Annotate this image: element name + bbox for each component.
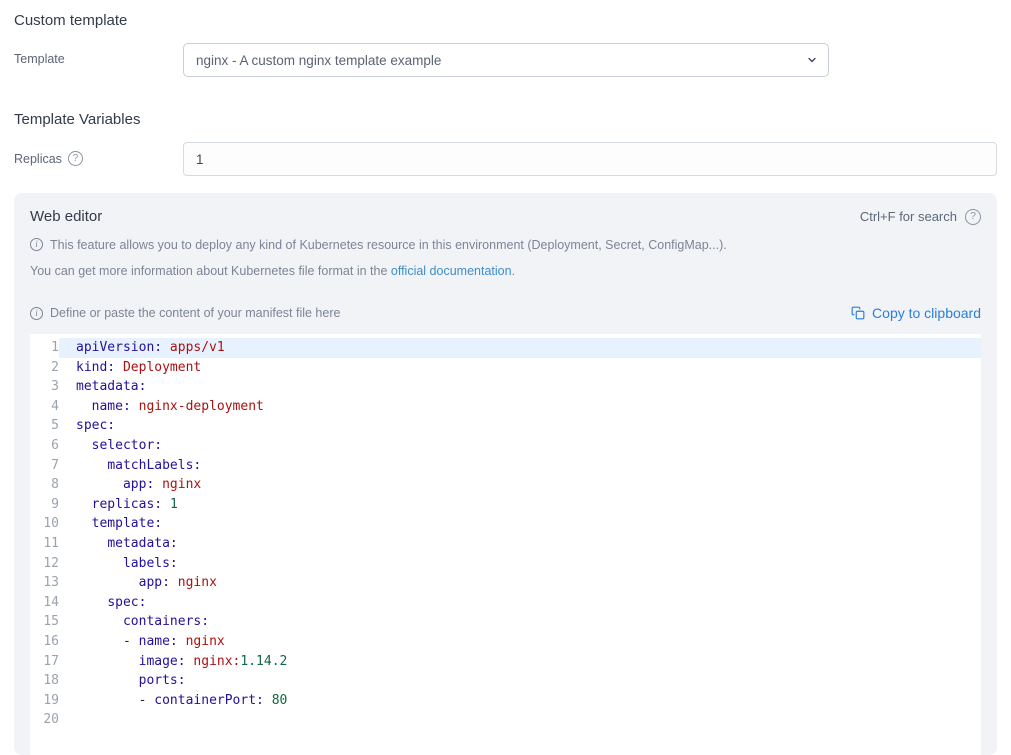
editor-info-line-2: You can get more information about Kuber…	[30, 263, 981, 279]
variables-title: Template Variables	[14, 110, 997, 129]
code-line: labels:	[59, 554, 981, 574]
line-number: 19	[33, 691, 59, 711]
search-hint-text: Ctrl+F for search	[860, 209, 957, 224]
main-content: Custom template Template nginx - A custo…	[0, 0, 1011, 755]
line-number: 8	[33, 475, 59, 495]
question-circle-icon[interactable]: ?	[68, 151, 83, 166]
web-editor-panel: Web editor Ctrl+F for search ? i This fe…	[14, 193, 997, 755]
copy-button-label: Copy to clipboard	[872, 305, 981, 321]
line-number: 12	[33, 554, 59, 574]
replicas-label: Replicas ?	[14, 142, 183, 166]
code-line: replicas: 1	[59, 495, 981, 515]
line-number: 18	[33, 671, 59, 691]
line-number: 17	[33, 652, 59, 672]
yaml-editor[interactable]: 1234567891011121314151617181920 apiVersi…	[30, 334, 981, 755]
replicas-control	[183, 142, 997, 176]
line-number: 16	[33, 632, 59, 652]
line-number: 9	[33, 495, 59, 515]
code-line: metadata:	[59, 377, 981, 397]
line-number: 10	[33, 514, 59, 534]
question-circle-icon[interactable]: ?	[965, 209, 981, 225]
line-number: 3	[33, 377, 59, 397]
web-editor-header: Web editor Ctrl+F for search ?	[30, 208, 981, 225]
code-line: selector:	[59, 436, 981, 456]
code-line: app: nginx	[59, 573, 981, 593]
line-number: 13	[33, 573, 59, 593]
line-number: 11	[33, 534, 59, 554]
line-number: 15	[33, 612, 59, 632]
template-select[interactable]: nginx - A custom nginx template example	[183, 43, 829, 77]
template-row: Template nginx - A custom nginx template…	[14, 43, 997, 77]
code-line: image: nginx:1.14.2	[59, 652, 981, 672]
code-line: - containerPort: 80	[59, 691, 981, 711]
code-line: spec:	[59, 593, 981, 613]
code-line: apiVersion: apps/v1	[59, 338, 981, 358]
line-number: 5	[33, 416, 59, 436]
code-line: kind: Deployment	[59, 358, 981, 378]
line-number: 7	[33, 456, 59, 476]
editor-toolbar: i Define or paste the content of your ma…	[30, 305, 981, 321]
code-line: - name: nginx	[59, 632, 981, 652]
code-line: containers:	[59, 612, 981, 632]
template-label-text: Template	[14, 52, 65, 66]
line-number: 20	[33, 710, 59, 730]
line-number: 2	[33, 358, 59, 378]
replicas-input[interactable]	[183, 142, 997, 176]
line-number-gutter: 1234567891011121314151617181920	[33, 334, 59, 755]
editor-info-text-1: This feature allows you to deploy any ki…	[50, 237, 727, 253]
copy-icon	[851, 306, 865, 320]
editor-info-text-2-suffix: .	[512, 264, 515, 278]
template-select-wrap: nginx - A custom nginx template example	[183, 43, 829, 77]
web-editor-title: Web editor	[30, 208, 102, 225]
editor-info-line-1: i This feature allows you to deploy any …	[30, 237, 981, 253]
editor-info-text-2-prefix: You can get more information about Kuber…	[30, 264, 391, 278]
replicas-row: Replicas ?	[14, 142, 997, 176]
code-line: name: nginx-deployment	[59, 397, 981, 417]
line-number: 14	[33, 593, 59, 613]
code-line: spec:	[59, 416, 981, 436]
info-icon: i	[30, 238, 43, 251]
manifest-hint: i Define or paste the content of your ma…	[30, 305, 340, 321]
page-title: Custom template	[14, 11, 997, 30]
code-line: app: nginx	[59, 475, 981, 495]
copy-to-clipboard-button[interactable]: Copy to clipboard	[851, 305, 981, 321]
template-label: Template	[14, 43, 183, 66]
code-lines: apiVersion: apps/v1kind: Deploymentmetad…	[59, 334, 981, 755]
code-line: matchLabels:	[59, 456, 981, 476]
code-line: metadata:	[59, 534, 981, 554]
official-documentation-link[interactable]: official documentation	[391, 264, 512, 278]
manifest-hint-text: Define or paste the content of your mani…	[50, 305, 340, 321]
line-number: 1	[33, 338, 59, 358]
code-line	[59, 710, 981, 730]
line-number: 6	[33, 436, 59, 456]
code-line: ports:	[59, 671, 981, 691]
info-icon: i	[30, 307, 43, 320]
code-line: template:	[59, 514, 981, 534]
line-number: 4	[33, 397, 59, 417]
search-hint: Ctrl+F for search ?	[860, 209, 981, 225]
replicas-label-text: Replicas	[14, 152, 62, 166]
